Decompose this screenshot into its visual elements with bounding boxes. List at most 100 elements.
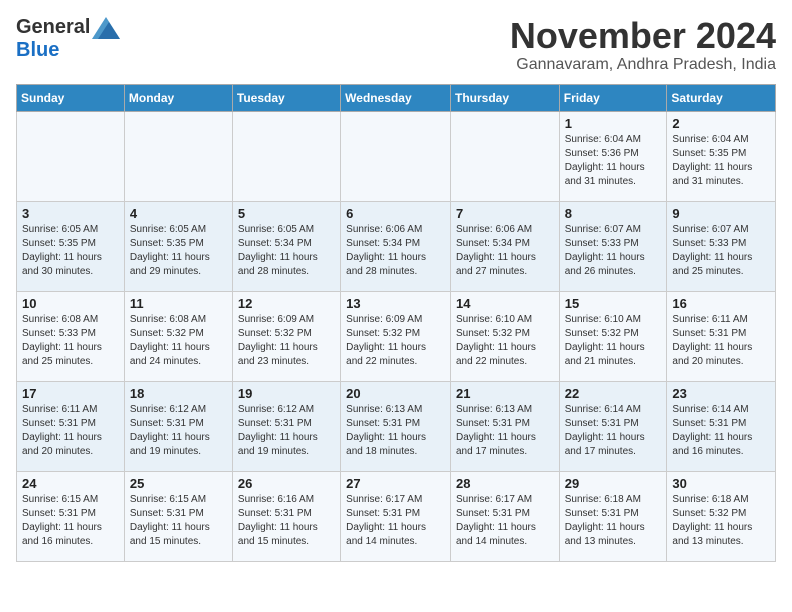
calendar-cell: 3 Sunrise: 6:05 AM Sunset: 5:35 PM Daylig… xyxy=(17,201,125,291)
calendar-cell: 12 Sunrise: 6:09 AM Sunset: 5:32 PM Dayli… xyxy=(232,291,340,381)
weekday-header-wednesday: Wednesday xyxy=(341,84,451,111)
day-number: 22 xyxy=(565,386,662,401)
calendar-cell: 6 Sunrise: 6:06 AM Sunset: 5:34 PM Daylig… xyxy=(341,201,451,291)
calendar-cell: 21 Sunrise: 6:13 AM Sunset: 5:31 PM Dayli… xyxy=(450,381,559,471)
calendar-cell: 7 Sunrise: 6:06 AM Sunset: 5:34 PM Daylig… xyxy=(450,201,559,291)
day-number: 25 xyxy=(130,476,227,491)
calendar-body: 1 Sunrise: 6:04 AM Sunset: 5:36 PM Daylig… xyxy=(17,111,776,561)
calendar-cell: 24 Sunrise: 6:15 AM Sunset: 5:31 PM Dayli… xyxy=(17,471,125,561)
calendar-cell xyxy=(124,111,232,201)
day-number: 21 xyxy=(456,386,554,401)
logo-blue-text: Blue xyxy=(16,39,59,62)
week-row-3: 10 Sunrise: 6:08 AM Sunset: 5:33 PM Dayli… xyxy=(17,291,776,381)
day-info: Sunrise: 6:09 AM Sunset: 5:32 PM Dayligh… xyxy=(346,313,445,369)
page-header: General Blue November 2024 Gannavaram, A… xyxy=(16,16,776,74)
calendar-cell: 29 Sunrise: 6:18 AM Sunset: 5:31 PM Dayli… xyxy=(559,471,667,561)
day-number: 10 xyxy=(22,296,119,311)
calendar-cell: 22 Sunrise: 6:14 AM Sunset: 5:31 PM Dayli… xyxy=(559,381,667,471)
calendar-cell: 20Sunrise: 6:13 AM Sunset: 5:31 PM Dayli… xyxy=(341,381,451,471)
day-info: Sunrise: 6:05 AM Sunset: 5:35 PM Dayligh… xyxy=(130,223,227,279)
calendar-cell: 16 Sunrise: 6:11 AM Sunset: 5:31 PM Dayli… xyxy=(667,291,776,381)
calendar-cell: 11 Sunrise: 6:08 AM Sunset: 5:32 PM Dayli… xyxy=(124,291,232,381)
day-info: Sunrise: 6:15 AM Sunset: 5:31 PM Dayligh… xyxy=(22,493,119,549)
day-info: Sunrise: 6:05 AM Sunset: 5:34 PM Dayligh… xyxy=(238,223,335,279)
day-info: Sunrise: 6:15 AM Sunset: 5:31 PM Dayligh… xyxy=(130,493,227,549)
day-number: 5 xyxy=(238,206,335,221)
week-row-5: 24 Sunrise: 6:15 AM Sunset: 5:31 PM Dayli… xyxy=(17,471,776,561)
logo-general-text: General xyxy=(16,16,90,39)
weekday-header-tuesday: Tuesday xyxy=(232,84,340,111)
day-info: Sunrise: 6:09 AM Sunset: 5:32 PM Dayligh… xyxy=(238,313,335,369)
day-number: 1 xyxy=(565,116,662,131)
day-number: 11 xyxy=(130,296,227,311)
calendar-cell: 28 Sunrise: 6:17 AM Sunset: 5:31 PM Dayli… xyxy=(450,471,559,561)
day-info: Sunrise: 6:05 AM Sunset: 5:35 PM Dayligh… xyxy=(22,223,119,279)
day-info: Sunrise: 6:11 AM Sunset: 5:31 PM Dayligh… xyxy=(22,403,119,459)
day-info: Sunrise: 6:11 AM Sunset: 5:31 PM Dayligh… xyxy=(672,313,770,369)
day-info: Sunrise: 6:14 AM Sunset: 5:31 PM Dayligh… xyxy=(672,403,770,459)
week-row-4: 17 Sunrise: 6:11 AM Sunset: 5:31 PM Dayli… xyxy=(17,381,776,471)
day-info: Sunrise: 6:18 AM Sunset: 5:31 PM Dayligh… xyxy=(565,493,662,549)
calendar-table: SundayMondayTuesdayWednesdayThursdayFrid… xyxy=(16,84,776,562)
day-number: 14 xyxy=(456,296,554,311)
month-year-title: November 2024 xyxy=(510,16,776,56)
day-info: Sunrise: 6:17 AM Sunset: 5:31 PM Dayligh… xyxy=(456,493,554,549)
day-number: 7 xyxy=(456,206,554,221)
day-number: 12 xyxy=(238,296,335,311)
calendar-cell xyxy=(341,111,451,201)
day-number: 8 xyxy=(565,206,662,221)
day-info: Sunrise: 6:08 AM Sunset: 5:33 PM Dayligh… xyxy=(22,313,119,369)
day-info: Sunrise: 6:07 AM Sunset: 5:33 PM Dayligh… xyxy=(565,223,662,279)
day-info: Sunrise: 6:04 AM Sunset: 5:36 PM Dayligh… xyxy=(565,133,662,189)
calendar-cell: 15 Sunrise: 6:10 AM Sunset: 5:32 PM Dayli… xyxy=(559,291,667,381)
day-number: 28 xyxy=(456,476,554,491)
calendar-cell xyxy=(232,111,340,201)
weekday-header-sunday: Sunday xyxy=(17,84,125,111)
day-info: Sunrise: 6:10 AM Sunset: 5:32 PM Dayligh… xyxy=(456,313,554,369)
calendar-cell: 8 Sunrise: 6:07 AM Sunset: 5:33 PM Daylig… xyxy=(559,201,667,291)
day-number: 24 xyxy=(22,476,119,491)
calendar-cell: 2 Sunrise: 6:04 AM Sunset: 5:35 PM Daylig… xyxy=(667,111,776,201)
day-info: Sunrise: 6:07 AM Sunset: 5:33 PM Dayligh… xyxy=(672,223,770,279)
weekday-header-saturday: Saturday xyxy=(667,84,776,111)
day-info: Sunrise: 6:10 AM Sunset: 5:32 PM Dayligh… xyxy=(565,313,662,369)
day-number: 16 xyxy=(672,296,770,311)
logo-icon xyxy=(92,17,120,39)
day-info: Sunrise: 6:14 AM Sunset: 5:31 PM Dayligh… xyxy=(565,403,662,459)
day-info: Sunrise: 6:17 AM Sunset: 5:31 PM Dayligh… xyxy=(346,493,445,549)
calendar-cell: 4Sunrise: 6:05 AM Sunset: 5:35 PM Daylig… xyxy=(124,201,232,291)
day-number: 29 xyxy=(565,476,662,491)
day-info: Sunrise: 6:04 AM Sunset: 5:35 PM Dayligh… xyxy=(672,133,770,189)
weekday-header-monday: Monday xyxy=(124,84,232,111)
day-info: Sunrise: 6:06 AM Sunset: 5:34 PM Dayligh… xyxy=(456,223,554,279)
day-number: 2 xyxy=(672,116,770,131)
weekday-header-thursday: Thursday xyxy=(450,84,559,111)
day-number: 3 xyxy=(22,206,119,221)
calendar-cell: 23 Sunrise: 6:14 AM Sunset: 5:31 PM Dayli… xyxy=(667,381,776,471)
day-number: 26 xyxy=(238,476,335,491)
day-info: Sunrise: 6:13 AM Sunset: 5:31 PM Dayligh… xyxy=(456,403,554,459)
weekday-header-row: SundayMondayTuesdayWednesdayThursdayFrid… xyxy=(17,84,776,111)
calendar-cell xyxy=(17,111,125,201)
day-number: 17 xyxy=(22,386,119,401)
week-row-1: 1 Sunrise: 6:04 AM Sunset: 5:36 PM Daylig… xyxy=(17,111,776,201)
location-subtitle: Gannavaram, Andhra Pradesh, India xyxy=(510,56,776,74)
day-info: Sunrise: 6:18 AM Sunset: 5:32 PM Dayligh… xyxy=(672,493,770,549)
day-info: Sunrise: 6:08 AM Sunset: 5:32 PM Dayligh… xyxy=(130,313,227,369)
day-number: 13 xyxy=(346,296,445,311)
week-row-2: 3 Sunrise: 6:05 AM Sunset: 5:35 PM Daylig… xyxy=(17,201,776,291)
calendar-header: SundayMondayTuesdayWednesdayThursdayFrid… xyxy=(17,84,776,111)
day-number: 15 xyxy=(565,296,662,311)
calendar-cell: 1 Sunrise: 6:04 AM Sunset: 5:36 PM Daylig… xyxy=(559,111,667,201)
day-number: 19 xyxy=(238,386,335,401)
calendar-cell: 19Sunrise: 6:12 AM Sunset: 5:31 PM Dayli… xyxy=(232,381,340,471)
day-info: Sunrise: 6:16 AM Sunset: 5:31 PM Dayligh… xyxy=(238,493,335,549)
calendar-cell: 30Sunrise: 6:18 AM Sunset: 5:32 PM Dayli… xyxy=(667,471,776,561)
calendar-cell: 14 Sunrise: 6:10 AM Sunset: 5:32 PM Dayli… xyxy=(450,291,559,381)
day-number: 6 xyxy=(346,206,445,221)
day-number: 23 xyxy=(672,386,770,401)
day-number: 27 xyxy=(346,476,445,491)
weekday-header-friday: Friday xyxy=(559,84,667,111)
day-info: Sunrise: 6:06 AM Sunset: 5:34 PM Dayligh… xyxy=(346,223,445,279)
calendar-cell: 10 Sunrise: 6:08 AM Sunset: 5:33 PM Dayli… xyxy=(17,291,125,381)
